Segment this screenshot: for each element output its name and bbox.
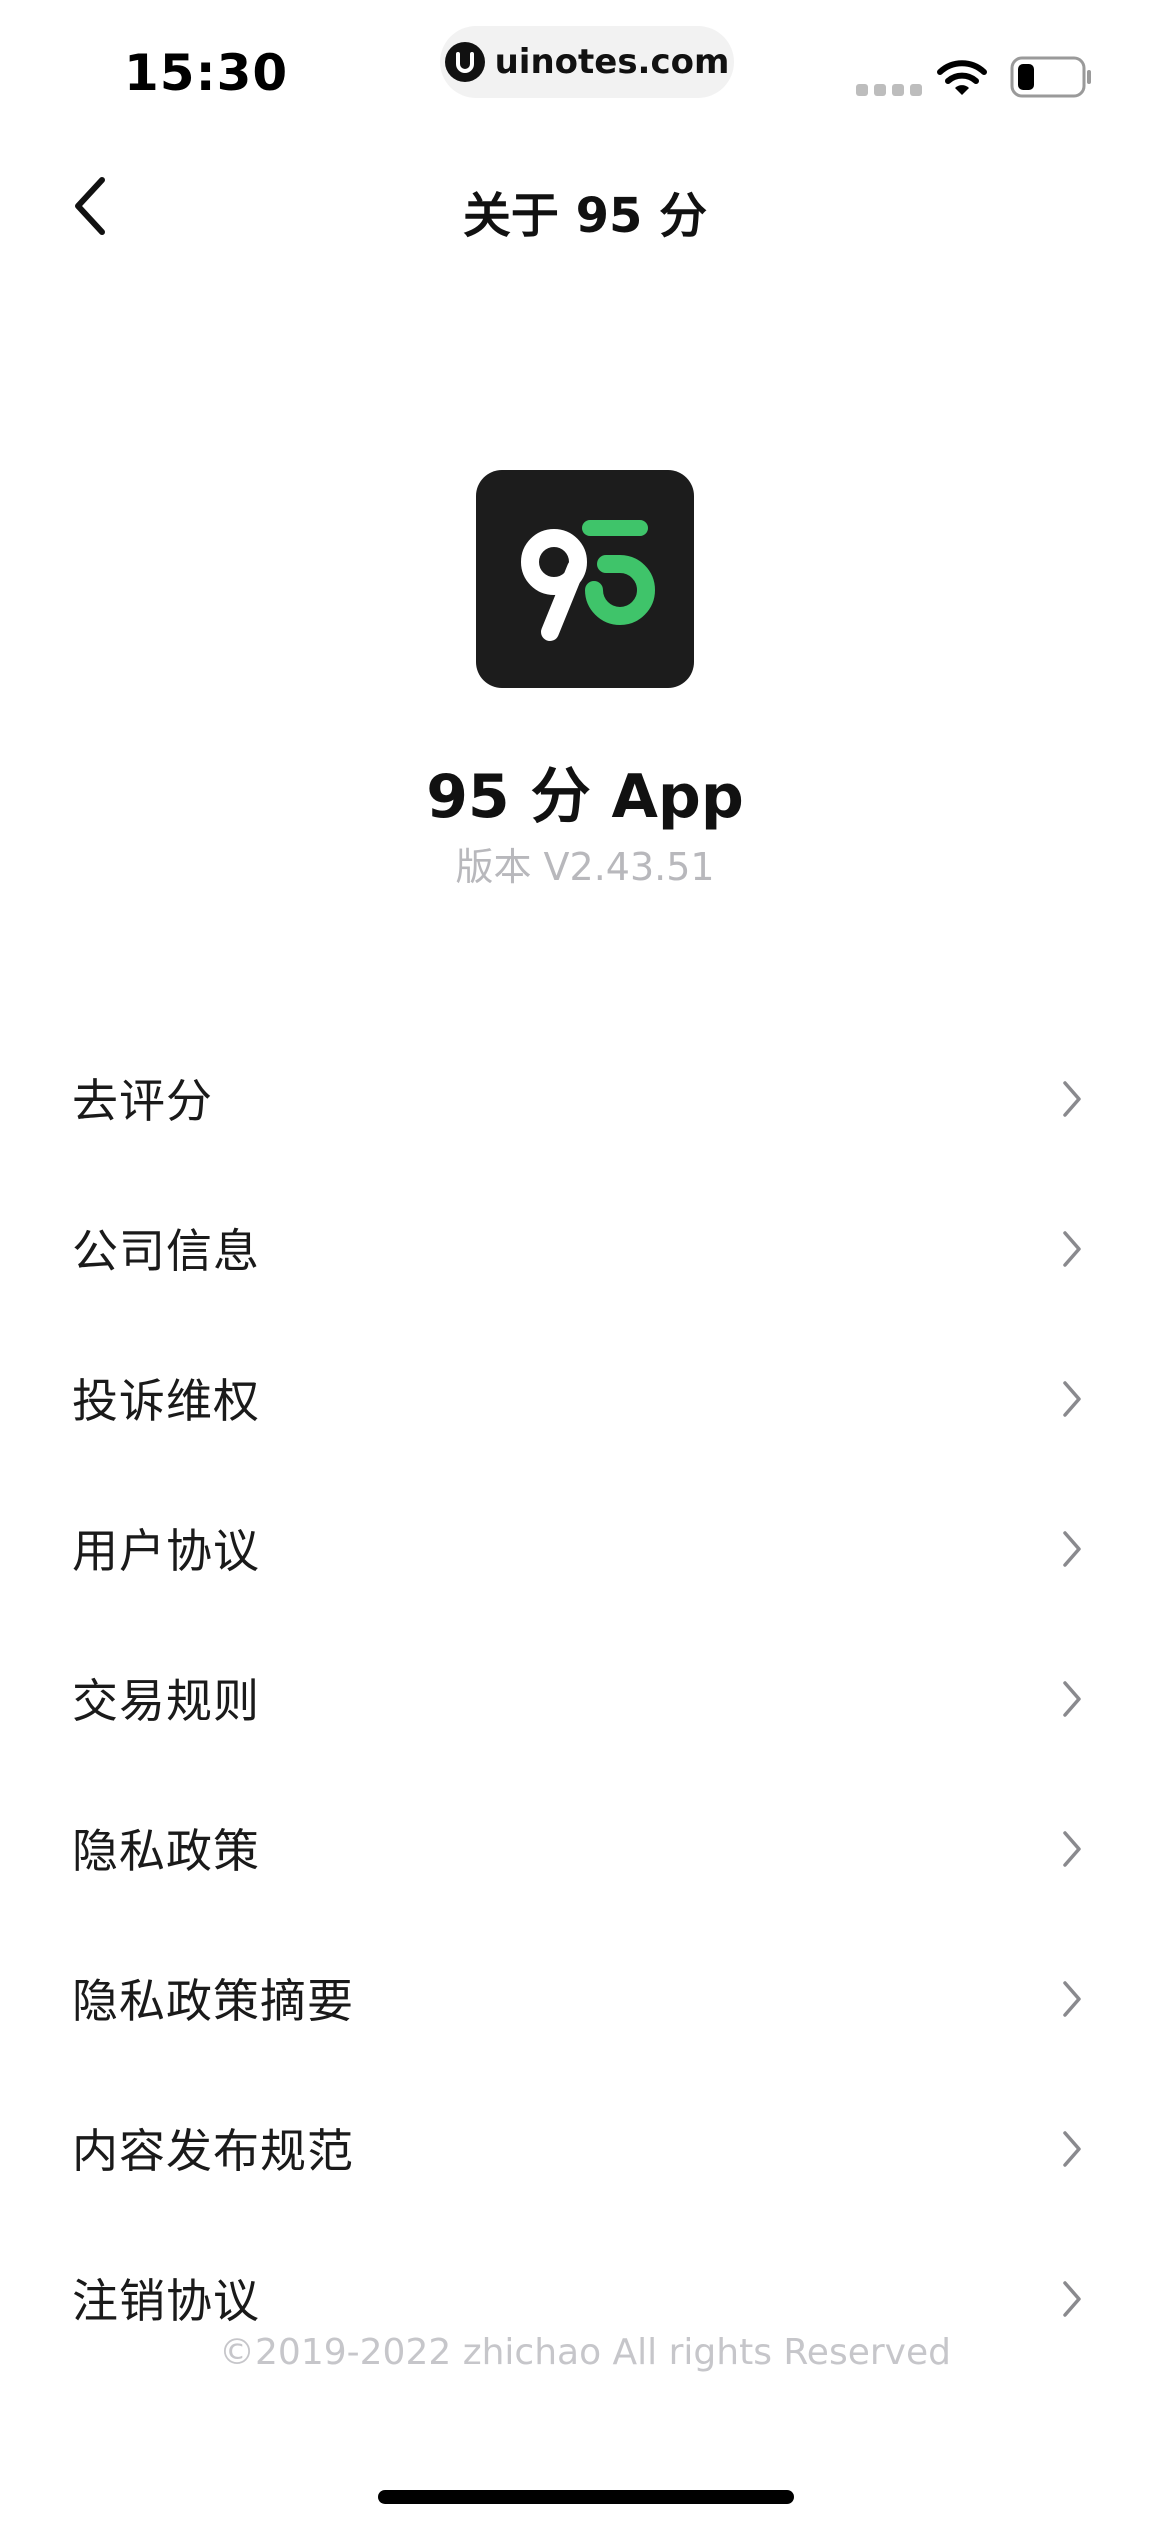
page-title: 关于 95 分 (462, 188, 708, 244)
menu-item[interactable]: 投诉维权 (0, 1323, 1170, 1473)
menu-item[interactable]: 用户协议 (0, 1473, 1170, 1623)
app-name: 95 分 App (426, 762, 744, 832)
chevron-right-icon (1063, 2131, 1081, 2167)
menu-item-label: 用户协议 (72, 1524, 260, 1578)
uinotes-logo-icon (444, 42, 485, 82)
chevron-right-icon (1063, 1981, 1081, 2017)
menu-item-label: 注销协议 (72, 2274, 260, 2328)
chevron-right-icon (1063, 1531, 1081, 1567)
menu-item-label: 公司信息 (72, 1224, 260, 1278)
menu-item[interactable]: 去评分 (0, 1023, 1170, 1173)
wifi-icon (937, 60, 987, 95)
menu-item-label: 投诉维权 (72, 1374, 260, 1428)
chevron-right-icon (1063, 1381, 1081, 1417)
nav-bar: 关于 95 分 (0, 150, 1170, 262)
menu-item-label: 去评分 (72, 1074, 213, 1128)
chevron-right-icon (1063, 1681, 1081, 1717)
chevron-right-icon (1063, 1831, 1081, 1867)
menu-item-label: 隐私政策摘要 (72, 1974, 354, 2028)
menu-item[interactable]: 内容发布规范 (0, 2073, 1170, 2223)
status-bar: 15:30 uinotes.com (0, 0, 1170, 140)
copyright-text: ©2019-2022 zhichao All rights Reserved (219, 2332, 951, 2373)
battery-icon (1010, 56, 1091, 98)
app-logo-mark (521, 520, 655, 641)
menu-item-label: 内容发布规范 (72, 2124, 354, 2178)
menu-item[interactable]: 交易规则 (0, 1623, 1170, 1773)
menu-item[interactable]: 公司信息 (0, 1173, 1170, 1323)
home-indicator[interactable] (378, 2490, 794, 2504)
status-time: 15:30 (124, 44, 289, 102)
signal-icon (856, 84, 922, 96)
chevron-right-icon (1063, 1081, 1081, 1117)
url-text: uinotes.com (494, 42, 730, 82)
chevron-right-icon (1063, 1231, 1081, 1267)
chevron-right-icon (1063, 2281, 1081, 2317)
app-version: 版本 V2.43.51 (455, 845, 715, 889)
app-logo (476, 470, 694, 688)
menu-item[interactable]: 隐私政策 (0, 1773, 1170, 1923)
url-bar[interactable]: uinotes.com (440, 26, 734, 98)
menu-item[interactable]: 隐私政策摘要 (0, 1923, 1170, 2073)
menu-item-label: 交易规则 (72, 1674, 260, 1728)
menu-item-label: 隐私政策 (72, 1824, 260, 1878)
menu-list: 去评分公司信息投诉维权用户协议交易规则隐私政策隐私政策摘要 内容发布规范 注销协议 (0, 1023, 1170, 2373)
